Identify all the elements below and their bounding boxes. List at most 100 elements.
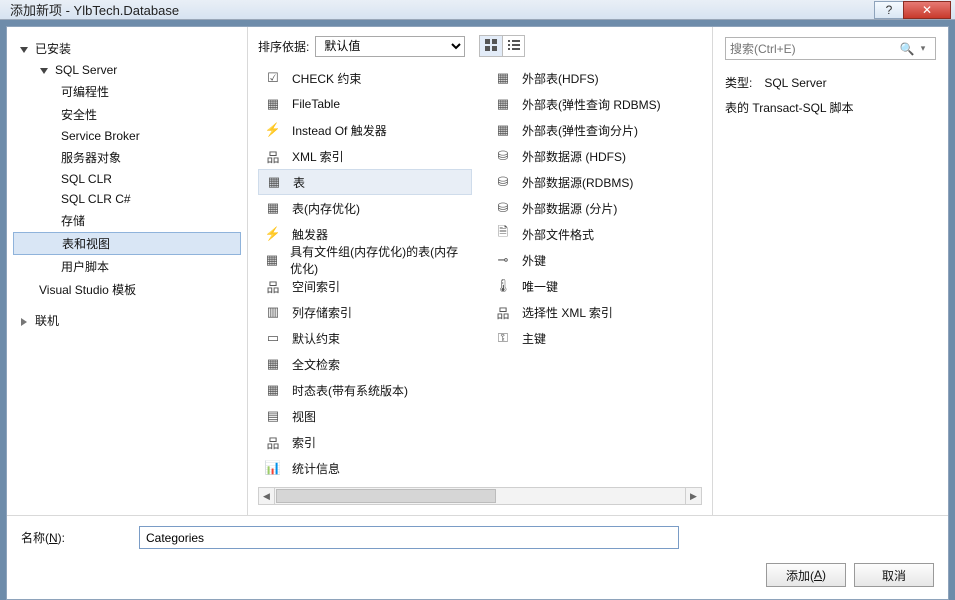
- key-icon: ⊸: [494, 252, 512, 268]
- item-ext-shard[interactable]: ▦外部表(弹性查询分片): [488, 117, 702, 143]
- datasource-icon: ⛁: [494, 200, 512, 216]
- view-toggle: [479, 35, 525, 57]
- scroll-left-icon[interactable]: ◀: [259, 488, 275, 504]
- grid-icon: [485, 39, 497, 54]
- caret-down-icon: [19, 44, 29, 54]
- table-icon: ▦: [264, 252, 280, 268]
- item-ext-rdbms[interactable]: ▦外部表(弹性查询 RDBMS): [488, 91, 702, 117]
- item-selxml[interactable]: 品选择性 XML 索引: [488, 299, 702, 325]
- item-table[interactable]: ▦表: [258, 169, 472, 195]
- sort-dropdown[interactable]: 默认值: [315, 36, 465, 57]
- constraint-icon: ▭: [264, 330, 282, 346]
- trigger-icon: ⚡: [264, 226, 282, 242]
- search-box[interactable]: 🔍 ▾: [725, 37, 936, 60]
- external-table-icon: ▦: [494, 96, 512, 112]
- check-icon: ☑: [264, 70, 282, 86]
- view-icon: ▤: [264, 408, 282, 424]
- search-icon: 🔍: [899, 42, 915, 56]
- tree-service-broker[interactable]: Service Broker: [13, 126, 241, 146]
- template-panel: 排序依据: 默认值 ☑CHECK 约束 ▦FileTable: [247, 27, 713, 515]
- tree-storage[interactable]: 存储: [13, 209, 241, 232]
- item-ds-hdfs[interactable]: ⛁外部数据源 (HDFS): [488, 143, 702, 169]
- item-filegroup-mem[interactable]: ▦具有文件组(内存优化)的表(内存优化): [258, 247, 472, 273]
- external-table-icon: ▦: [494, 122, 512, 138]
- item-check[interactable]: ☑CHECK 约束: [258, 65, 472, 91]
- item-filetable[interactable]: ▦FileTable: [258, 91, 472, 117]
- horizontal-scrollbar[interactable]: ◀ ▶: [258, 487, 702, 505]
- toolbar: 排序依据: 默认值: [248, 27, 712, 65]
- table-icon: ▦: [264, 200, 282, 216]
- key-icon: ⚿: [494, 330, 512, 346]
- index-icon: 品: [264, 277, 282, 296]
- item-temporal[interactable]: ▦时态表(带有系统版本): [258, 377, 472, 403]
- item-pk[interactable]: ⚿主键: [488, 325, 702, 351]
- unique-icon: 🌡: [494, 278, 512, 294]
- caret-down-icon: [39, 65, 49, 75]
- scroll-thumb[interactable]: [276, 489, 496, 503]
- tree-installed[interactable]: 已安装: [13, 37, 241, 60]
- item-ds-rdbms[interactable]: ⛁外部数据源(RDBMS): [488, 169, 702, 195]
- tree-programmability[interactable]: 可编程性: [13, 80, 241, 103]
- dropdown-icon[interactable]: ▾: [915, 43, 931, 54]
- view-grid-button[interactable]: [480, 36, 502, 56]
- file-icon: 🗎: [494, 223, 512, 245]
- item-fileformat[interactable]: 🗎外部文件格式: [488, 221, 702, 247]
- item-insteadof[interactable]: ⚡Instead Of 触发器: [258, 117, 472, 143]
- desc-line: 表的 Transact-SQL 脚本: [725, 99, 936, 116]
- tree-sql-clr-cs[interactable]: SQL CLR C#: [13, 189, 241, 209]
- table-icon: ▦: [265, 174, 283, 190]
- type-line: 类型: SQL Server: [725, 74, 936, 91]
- tree-security[interactable]: 安全性: [13, 103, 241, 126]
- external-table-icon: ▦: [494, 70, 512, 86]
- table-icon: ▦: [264, 96, 282, 112]
- item-default[interactable]: ▭默认约束: [258, 325, 472, 351]
- tree-sql-clr[interactable]: SQL CLR: [13, 169, 241, 189]
- index-icon: 品: [264, 433, 282, 452]
- item-table-mem[interactable]: ▦表(内存优化): [258, 195, 472, 221]
- dialog-frame: 已安装 SQL Server 可编程性 安全性 Service Broker 服…: [6, 26, 949, 600]
- item-view[interactable]: ▤视图: [258, 403, 472, 429]
- item-fulltext[interactable]: ▦全文检索: [258, 351, 472, 377]
- add-button[interactable]: 添加(A): [766, 563, 846, 587]
- item-ext-hdfs[interactable]: ▦外部表(HDFS): [488, 65, 702, 91]
- item-stats[interactable]: 📊统计信息: [258, 455, 472, 481]
- stats-icon: 📊: [264, 460, 282, 476]
- tree-server-objects[interactable]: 服务器对象: [13, 146, 241, 169]
- datasource-icon: ⛁: [494, 148, 512, 164]
- item-colstore[interactable]: ▥列存储索引: [258, 299, 472, 325]
- table-icon: ▦: [264, 382, 282, 398]
- item-index[interactable]: 品索引: [258, 429, 472, 455]
- scroll-right-icon[interactable]: ▶: [685, 488, 701, 504]
- category-tree: 已安装 SQL Server 可编程性 安全性 Service Broker 服…: [7, 27, 247, 515]
- item-unique[interactable]: 🌡唯一键: [488, 273, 702, 299]
- tree-sqlserver[interactable]: SQL Server: [13, 60, 241, 80]
- tree-online[interactable]: 联机: [13, 309, 241, 332]
- search-input[interactable]: [730, 42, 899, 56]
- window-title: 添加新项 - YlbTech.Database: [10, 0, 875, 19]
- list-icon: [508, 39, 520, 54]
- cancel-button[interactable]: 取消: [854, 563, 934, 587]
- template-list: ☑CHECK 约束 ▦FileTable ⚡Instead Of 触发器 品XM…: [248, 65, 712, 481]
- window-buttons: ? ✕: [875, 1, 951, 19]
- tree-vs-templates[interactable]: Visual Studio 模板: [13, 278, 241, 301]
- view-list-button[interactable]: [502, 36, 524, 56]
- item-ds-shard[interactable]: ⛁外部数据源 (分片): [488, 195, 702, 221]
- button-row: 添加(A) 取消: [21, 563, 934, 587]
- name-label: 名称(N):: [21, 529, 129, 546]
- trigger-icon: ⚡: [264, 122, 282, 138]
- item-xmlidx[interactable]: 品XML 索引: [258, 143, 472, 169]
- column-icon: ▥: [264, 304, 282, 320]
- close-button[interactable]: ✕: [903, 1, 951, 19]
- sort-label: 排序依据:: [258, 38, 309, 55]
- tree-tables-views[interactable]: 表和视图: [13, 232, 241, 255]
- name-input[interactable]: [139, 526, 679, 549]
- datasource-icon: ⛁: [494, 174, 512, 190]
- info-panel: 🔍 ▾ 类型: SQL Server 表的 Transact-SQL 脚本: [713, 27, 948, 515]
- help-button[interactable]: ?: [874, 1, 904, 19]
- search-icon: ▦: [264, 356, 282, 372]
- tree-user-scripts[interactable]: 用户脚本: [13, 255, 241, 278]
- item-fk[interactable]: ⊸外键: [488, 247, 702, 273]
- index-icon: 品: [494, 303, 512, 322]
- name-row: 名称(N):: [21, 526, 934, 549]
- bottom-panel: 名称(N): 添加(A) 取消: [7, 515, 948, 599]
